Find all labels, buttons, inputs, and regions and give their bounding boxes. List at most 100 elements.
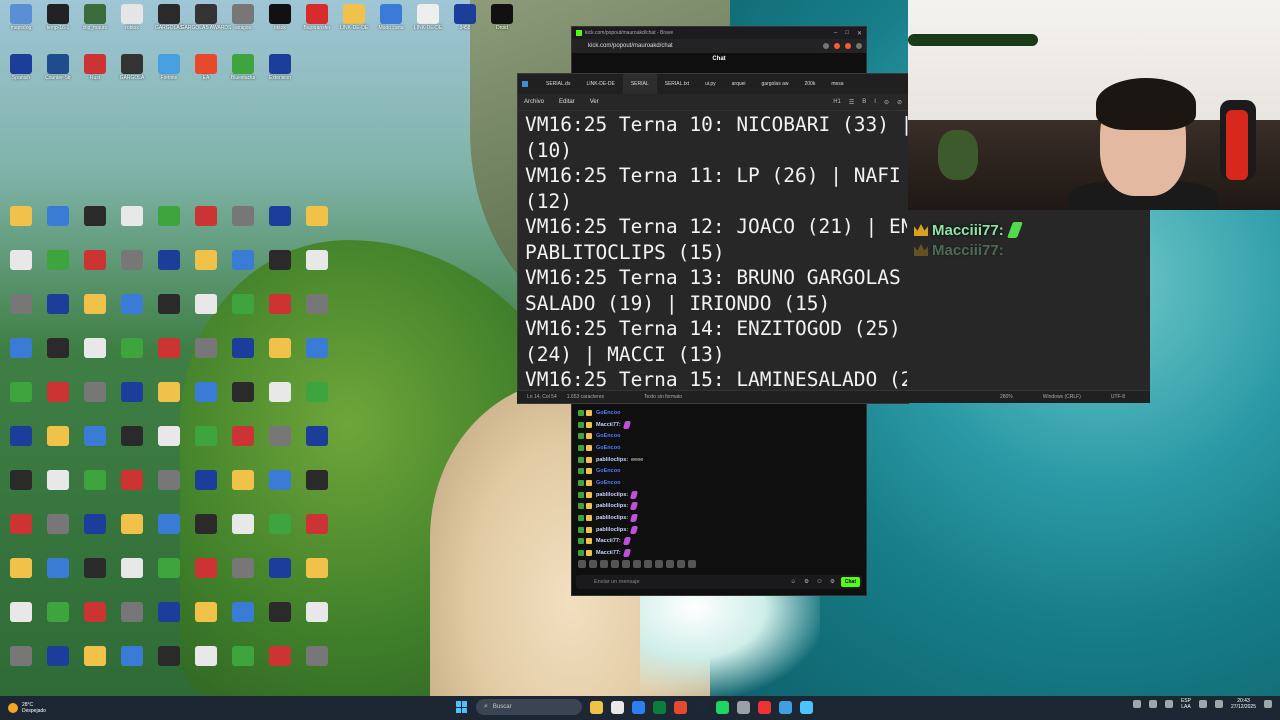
desktop-icon[interactable] <box>43 382 73 402</box>
desktop-icon[interactable] <box>154 646 184 666</box>
desktop-icon[interactable] <box>302 250 332 270</box>
notepad-tab[interactable]: ui.py <box>697 81 724 87</box>
desktop-icon[interactable] <box>80 558 110 578</box>
desktop-icon[interactable] <box>191 206 221 226</box>
desktop-icon[interactable] <box>80 646 110 666</box>
desktop-icon[interactable] <box>265 646 295 666</box>
chat-input-placeholder[interactable]: Enviar un mensaje <box>594 579 790 585</box>
desktop-icon[interactable] <box>302 470 332 490</box>
desktop-icon[interactable] <box>228 646 258 666</box>
desktop-icon[interactable] <box>43 514 73 534</box>
close-icon[interactable]: ✕ <box>857 30 862 37</box>
desktop-icon[interactable] <box>43 294 73 314</box>
desktop-icon[interactable] <box>80 426 110 446</box>
desktop-icon[interactable] <box>117 382 147 402</box>
desktop-icon[interactable] <box>154 602 184 622</box>
desktop-icon[interactable] <box>191 250 221 270</box>
heading-button[interactable]: H1 <box>833 99 841 106</box>
emote-icon[interactable] <box>655 560 663 568</box>
desktop-icon[interactable] <box>191 382 221 402</box>
brave-shield-icon[interactable] <box>834 43 840 49</box>
line-ending[interactable]: Windows (CRLF) <box>1043 394 1081 400</box>
desktop-icon[interactable] <box>265 470 295 490</box>
desktop-icon[interactable]: amigos <box>228 4 258 31</box>
speaker-icon[interactable] <box>1214 700 1223 708</box>
chat-username[interactable]: pabliloclips: <box>596 515 628 521</box>
desktop-icon[interactable] <box>117 646 147 666</box>
taskbar-app-icon[interactable] <box>632 700 645 714</box>
notepad-tab[interactable]: SERIAL.txt <box>657 81 697 87</box>
desktop-icon[interactable] <box>154 514 184 534</box>
emote-icon[interactable] <box>644 560 652 568</box>
desktop-icon[interactable] <box>302 382 332 402</box>
desktop-icon[interactable] <box>117 602 147 622</box>
chat-username[interactable]: pabliloclips: <box>596 457 628 463</box>
desktop-icon[interactable] <box>191 514 221 534</box>
desktop-icon[interactable] <box>228 602 258 622</box>
desktop-icon[interactable] <box>117 470 147 490</box>
desktop-icon[interactable] <box>302 514 332 534</box>
desktop-icon[interactable] <box>302 558 332 578</box>
taskbar-app-icon[interactable] <box>737 700 750 714</box>
menu-archivo[interactable]: Archivo <box>524 99 544 105</box>
desktop-icon[interactable] <box>265 514 295 534</box>
chat-username[interactable]: GoEncoo <box>596 445 620 451</box>
settings-icon[interactable]: ⚙ <box>830 579 835 585</box>
start-icon[interactable] <box>456 701 468 713</box>
desktop-icon[interactable] <box>117 558 147 578</box>
desktop-icon[interactable] <box>154 338 184 358</box>
users-icon[interactable]: ⚇ <box>817 579 822 585</box>
desktop-icon[interactable]: mapsdog <box>6 4 36 31</box>
desktop-icon[interactable] <box>6 206 36 226</box>
desktop-icon[interactable] <box>265 602 295 622</box>
bold-button[interactable]: B <box>862 99 866 106</box>
desktop-icon[interactable] <box>302 602 332 622</box>
desktop-icon[interactable] <box>43 250 73 270</box>
desktop-icon[interactable]: Fortnite <box>154 54 184 81</box>
desktop-icon[interactable]: Counter-Str <box>43 54 73 81</box>
emote-icon[interactable] <box>622 560 630 568</box>
desktop-icon[interactable] <box>265 338 295 358</box>
chat-username[interactable]: Maccii77: <box>596 550 621 556</box>
wifi-icon[interactable] <box>1198 700 1207 708</box>
desktop-icon[interactable]: GARGOLAS <box>154 4 184 31</box>
emote-icon[interactable] <box>633 560 641 568</box>
desktop-icon[interactable]: 3458 <box>450 4 480 31</box>
clear-format-button[interactable]: ⊘ <box>897 99 902 106</box>
desktop-icon[interactable] <box>117 206 147 226</box>
emote-icon[interactable] <box>677 560 685 568</box>
desktop-icon[interactable] <box>43 646 73 666</box>
maximize-icon[interactable]: □ <box>845 30 849 37</box>
notepad-tab[interactable]: SERIAL <box>622 74 657 94</box>
notepad-tab[interactable]: gargolas aw <box>754 81 797 87</box>
desktop-icon[interactable] <box>117 426 147 446</box>
desktop-icon[interactable]: Bajotransfer <box>302 4 332 31</box>
chat-username[interactable]: pabliloclips: <box>596 527 628 533</box>
menu-ver[interactable]: Ver <box>590 99 599 105</box>
desktop-icon[interactable] <box>191 294 221 314</box>
send-chat-button[interactable]: Chat <box>840 577 860 587</box>
desktop-icon[interactable] <box>191 338 221 358</box>
desktop-icon[interactable] <box>265 426 295 446</box>
desktop-icon[interactable] <box>228 514 258 534</box>
emote-icon[interactable] <box>688 560 696 568</box>
desktop-icon[interactable] <box>43 338 73 358</box>
desktop-icon[interactable] <box>228 294 258 314</box>
desktop-icon[interactable] <box>228 382 258 402</box>
menu-editar[interactable]: Editar <box>559 99 575 105</box>
desktop-icon[interactable]: GARGOLA <box>117 54 147 81</box>
desktop-icon[interactable] <box>302 426 332 446</box>
zoom-level[interactable]: 280% <box>1000 394 1013 400</box>
desktop-icon[interactable] <box>80 250 110 270</box>
encoding[interactable]: UTF-8 <box>1111 394 1125 400</box>
desktop-icon[interactable] <box>6 338 36 358</box>
desktop-icon[interactable] <box>302 646 332 666</box>
desktop-icon[interactable] <box>302 294 332 314</box>
desktop-icon[interactable] <box>191 470 221 490</box>
desktop-icon[interactable]: LINK-DE-DE <box>413 4 443 31</box>
notepad-tab[interactable]: SERIAL.dx <box>538 81 578 87</box>
brave-rewards-icon[interactable] <box>845 43 851 49</box>
notepad-tab[interactable]: LINK-DE-DE <box>578 81 622 87</box>
notepad-tab[interactable]: 200k <box>797 81 824 87</box>
desktop-icon[interactable] <box>265 250 295 270</box>
